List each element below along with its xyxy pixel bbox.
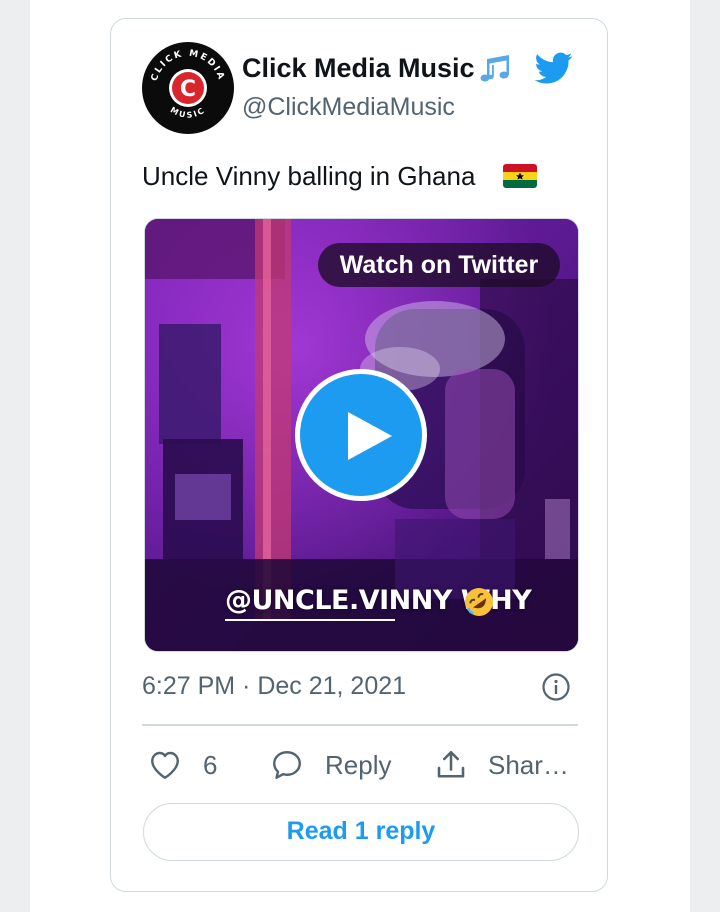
- musical-notes-icon: [480, 55, 509, 82]
- like-button[interactable]: 6: [147, 747, 227, 787]
- tweet-timestamp[interactable]: 6:27 PM · Dec 21, 2021: [142, 672, 406, 701]
- ghana-flag-icon: [503, 164, 537, 188]
- divider: [142, 724, 578, 726]
- avatar[interactable]: CLICK MEDIA MUSIC C: [142, 42, 234, 134]
- twitter-bird-icon[interactable]: [531, 49, 577, 87]
- rolling-on-floor-laughing-icon: [465, 588, 493, 616]
- video-media[interactable]: Watch on Twitter @UNCLE.VINNY WHY: [144, 218, 579, 652]
- embedded-tweet-card[interactable]: CLICK MEDIA MUSIC C Click Media Music @C…: [110, 18, 608, 892]
- author-handle[interactable]: @ClickMediaMusic: [242, 93, 455, 122]
- watch-on-twitter-button[interactable]: Watch on Twitter: [318, 243, 560, 287]
- author-display-name[interactable]: Click Media Music: [242, 53, 475, 84]
- reply-button[interactable]: Reply: [269, 747, 399, 787]
- play-button[interactable]: [295, 369, 427, 501]
- share-button[interactable]: Shar…: [433, 747, 573, 787]
- share-icon: [437, 750, 465, 778]
- like-count: 6: [203, 750, 218, 780]
- heart-icon: [151, 751, 179, 779]
- read-reply-button[interactable]: Read 1 reply: [143, 803, 579, 861]
- caption-underline: [225, 619, 395, 621]
- tweet-text: Uncle Vinny balling in Ghana: [142, 161, 476, 191]
- click-media-logo: CLICK MEDIA MUSIC C: [143, 43, 233, 133]
- page: CLICK MEDIA MUSIC C Click Media Music @C…: [0, 0, 720, 912]
- play-icon: [348, 412, 392, 460]
- reply-bubble-icon: [273, 751, 301, 779]
- avatar-letter: C: [180, 77, 196, 102]
- info-icon[interactable]: [541, 672, 571, 702]
- share-label: Shar…: [488, 750, 569, 780]
- reply-label: Reply: [325, 750, 392, 780]
- right-gutter: [690, 0, 720, 912]
- left-gutter: [0, 0, 30, 912]
